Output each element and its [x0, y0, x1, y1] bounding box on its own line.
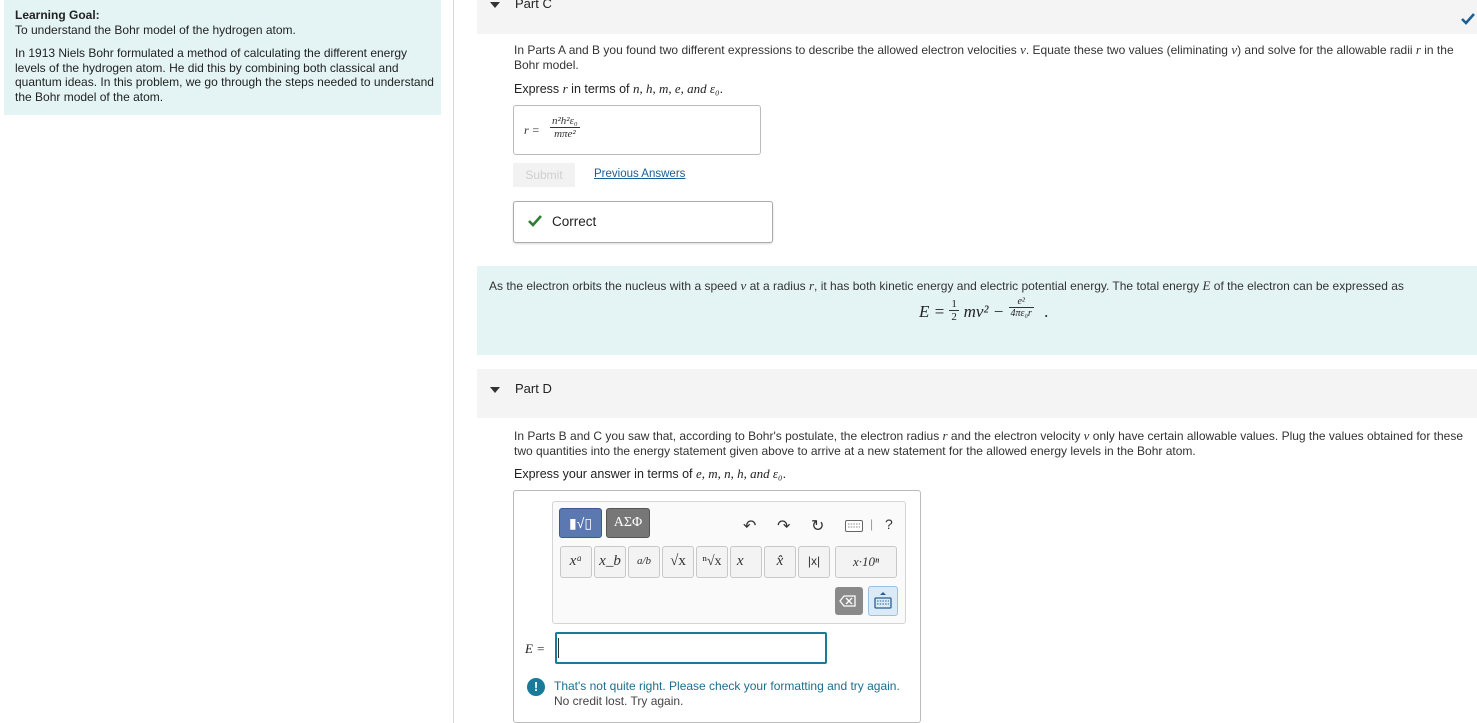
subscript-button[interactable]: x_b — [594, 546, 626, 578]
redo-icon[interactable]: ↷ — [777, 516, 790, 536]
greek-symbols-button[interactable]: ΑΣΦ — [606, 508, 650, 538]
goal-text: To understand the Bohr model of the hydr… — [15, 23, 296, 37]
energy-answer-input[interactable] — [555, 632, 827, 664]
text-cursor — [558, 638, 559, 658]
square-root-button[interactable]: √x — [662, 546, 694, 578]
energy-info-panel: As the electron orbits the nucleus with … — [477, 266, 1477, 355]
backspace-icon — [839, 595, 856, 607]
math-answer-editor: ▮√▯ ΑΣΦ ↶ ↷ ↻ | ? xᵃ x_b a/b √x ⁿ√x x⃗ x… — [513, 490, 921, 723]
keyboard-icon — [874, 592, 892, 609]
templates-mode-button[interactable]: ▮√▯ — [559, 508, 602, 538]
part-d-header[interactable]: Part D — [477, 369, 1477, 418]
goal-heading: Learning Goal: — [15, 8, 100, 22]
completed-check-icon — [1461, 13, 1475, 25]
toolbar-separator: | — [870, 517, 874, 531]
keyboard-toggle-button[interactable] — [868, 586, 898, 616]
delete-button[interactable] — [835, 587, 863, 615]
math-toolbar: ▮√▯ ΑΣΦ ↶ ↷ ↻ | ? xᵃ x_b a/b √x ⁿ√x x⃗ x… — [552, 501, 906, 624]
vector-button[interactable]: x⃗ — [730, 546, 762, 578]
part-c-question: In Parts A and B you found two different… — [514, 42, 1454, 72]
scientific-notation-button[interactable]: x·10ⁿ — [835, 546, 897, 578]
submit-button-disabled: Submit — [513, 163, 575, 187]
keyboard-shortcuts-icon[interactable] — [845, 520, 865, 532]
intro-paragraph: In 1913 Niels Bohr formulated a method o… — [15, 46, 434, 104]
nth-root-button[interactable]: ⁿ√x — [696, 546, 728, 578]
superscript-button[interactable]: xᵃ — [560, 546, 592, 578]
answer-fraction: n²h²ε₀ mπe² — [550, 115, 580, 140]
part-c-title: Part C — [515, 0, 552, 11]
correct-label: Correct — [552, 214, 597, 229]
reset-icon[interactable]: ↻ — [811, 516, 824, 536]
feedback-submessage: No credit lost. Try again. — [554, 694, 684, 708]
part-c-answer-display: r = n²h²ε₀ mπe² — [513, 105, 761, 155]
absolute-value-button[interactable]: |x| — [798, 546, 830, 578]
energy-info-text: As the electron orbits the nucleus with … — [489, 278, 1404, 293]
collapse-caret-icon[interactable] — [490, 387, 500, 393]
answer-lhs-label: E = — [525, 641, 545, 656]
help-icon[interactable]: ? — [885, 516, 893, 532]
collapse-caret-icon[interactable] — [490, 2, 500, 8]
energy-equation: E = 1 2 mv² − e² 4πε₀r . — [919, 296, 1049, 324]
part-c-instructions: Express r in terms of n, h, m, e, and ε₀… — [514, 81, 724, 96]
unit-vector-button[interactable]: x̂ — [764, 546, 796, 578]
previous-answers-link[interactable]: Previous Answers — [594, 168, 685, 180]
correct-check-icon — [528, 215, 542, 227]
part-d-instructions: Express your answer in terms of e, m, n,… — [514, 466, 787, 481]
column-divider — [453, 0, 454, 723]
part-d-question: In Parts B and C you saw that, according… — [514, 428, 1464, 458]
correct-feedback-box: Correct — [513, 201, 773, 243]
fraction-button[interactable]: a/b — [628, 546, 660, 578]
answer-lhs: r = — [524, 123, 540, 137]
part-d-title: Part D — [515, 381, 552, 396]
feedback-message: That's not quite right. Please check you… — [554, 679, 900, 693]
undo-icon[interactable]: ↶ — [743, 516, 756, 536]
learning-goal-panel: Learning Goal: To understand the Bohr mo… — [4, 0, 441, 115]
warning-icon: ! — [527, 678, 545, 696]
part-c-header[interactable]: Part C — [477, 0, 1477, 34]
